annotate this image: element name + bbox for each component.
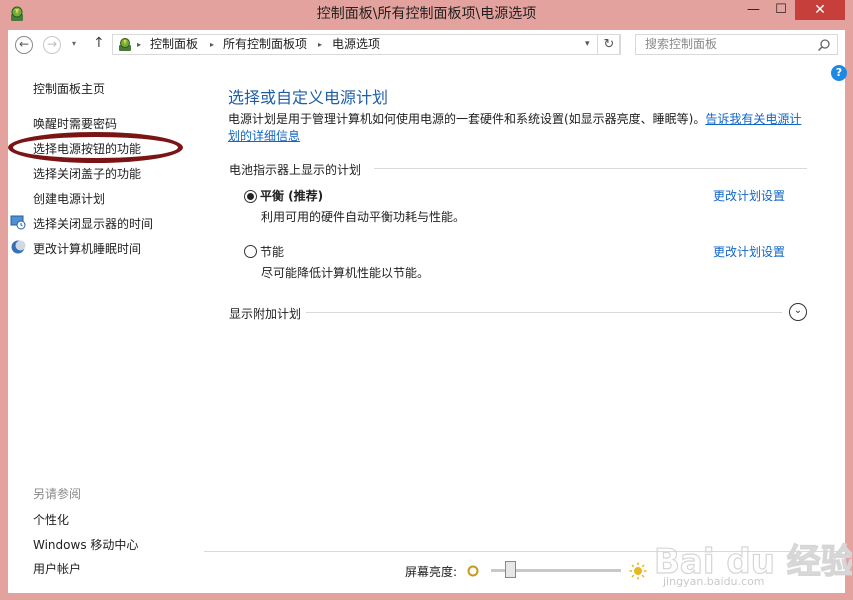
- address-dropdown-button[interactable]: ▾: [585, 35, 590, 54]
- additional-plans-label[interactable]: 显示附加计划: [229, 305, 301, 322]
- sidebar-item-require-password[interactable]: 唤醒时需要密码: [33, 115, 117, 132]
- sidebar-item-control-panel-home[interactable]: 控制面板主页: [33, 80, 105, 97]
- breadcrumb-control-panel[interactable]: 控制面板: [150, 35, 198, 54]
- see-also-mobility-center[interactable]: Windows 移动中心: [33, 536, 138, 553]
- moon-icon: [11, 240, 26, 254]
- navigation-bar: ← → ▾ ↑ ▸ 控制面板 ▸ 所有控制面板项 ▸ 电源选项 ▾ ↻ 搜索控制…: [8, 30, 845, 60]
- sidebar-item-sleep-time[interactable]: 更改计算机睡眠时间: [33, 240, 141, 257]
- maximize-button[interactable]: ☐: [767, 0, 795, 20]
- search-icon[interactable]: [817, 38, 831, 52]
- page-title: 选择或自定义电源计划: [228, 88, 389, 107]
- bright-sun-icon: [629, 562, 647, 580]
- dim-sun-icon: [467, 565, 479, 577]
- plan-balanced-radio[interactable]: [244, 190, 257, 203]
- plan-balanced-change-settings-link[interactable]: 更改计划设置: [713, 187, 785, 204]
- breadcrumb-separator[interactable]: ▸: [210, 35, 214, 54]
- close-button[interactable]: ✕: [795, 0, 845, 20]
- group-divider: [374, 168, 807, 169]
- forward-button[interactable]: →: [43, 36, 61, 54]
- breadcrumb-power-options[interactable]: 电源选项: [332, 35, 380, 54]
- help-icon[interactable]: ?: [831, 65, 847, 81]
- expand-additional-plans-button[interactable]: ⌄: [789, 303, 807, 321]
- see-also-title: 另请参阅: [33, 487, 82, 501]
- highlight-annotation-ellipse: [8, 132, 183, 163]
- breadcrumb-separator[interactable]: ▸: [318, 35, 322, 54]
- page-description: 电源计划是用于管理计算机如何使用电源的一套硬件和系统设置(如显示器亮度、睡眠等)…: [228, 111, 808, 145]
- breadcrumb-all-items[interactable]: 所有控制面板项: [223, 35, 307, 54]
- address-bar[interactable]: ▸ 控制面板 ▸ 所有控制面板项 ▸ 电源选项 ▾: [112, 34, 620, 55]
- see-also-user-accounts[interactable]: 用户帐户: [33, 560, 81, 577]
- sidebar-item-display-off-time[interactable]: 选择关闭显示器的时间: [33, 215, 153, 232]
- minimize-button[interactable]: —: [740, 0, 767, 20]
- battery-plans-group-label: 电池指示器上显示的计划: [229, 163, 362, 177]
- up-button[interactable]: ↑: [93, 35, 105, 51]
- plan-power-saver-radio[interactable]: [244, 245, 257, 258]
- power-options-icon: [119, 38, 131, 51]
- plan-power-saver-name[interactable]: 节能: [260, 243, 284, 260]
- brightness-label: 屏幕亮度:: [405, 565, 458, 579]
- window-client-area: ← → ▾ ↑ ▸ 控制面板 ▸ 所有控制面板项 ▸ 电源选项 ▾ ↻ 搜索控制…: [8, 30, 852, 593]
- refresh-button[interactable]: ↻: [597, 34, 621, 55]
- see-also-personalization[interactable]: 个性化: [33, 511, 69, 528]
- baidu-jingyan-watermark: Bai du 经验: [653, 541, 852, 582]
- recent-locations-button[interactable]: ▾: [72, 39, 76, 48]
- back-button[interactable]: ←: [15, 36, 33, 54]
- breadcrumb-separator[interactable]: ▸: [137, 35, 141, 54]
- title-bar: 控制面板\所有控制面板项\电源选项 — ☐ ✕: [0, 0, 853, 28]
- sidebar-item-lid-close[interactable]: 选择关闭盖子的功能: [33, 165, 141, 182]
- radio-selected-dot: [247, 193, 254, 200]
- plan-power-saver-change-settings-link[interactable]: 更改计划设置: [713, 243, 785, 260]
- plan-balanced-description: 利用可用的硬件自动平衡功耗与性能。: [261, 210, 466, 224]
- watermark-url: jingyan.baidu.com: [663, 575, 765, 588]
- sidebar-item-create-plan[interactable]: 创建电源计划: [33, 190, 105, 207]
- display-clock-icon: [10, 215, 26, 230]
- brightness-slider-thumb[interactable]: [505, 561, 516, 578]
- group-divider: [306, 312, 782, 313]
- search-placeholder: 搜索控制面板: [645, 37, 718, 51]
- plan-balanced-name[interactable]: 平衡 (推荐): [260, 187, 323, 204]
- description-text: 电源计划是用于管理计算机如何使用电源的一套硬件和系统设置(如显示器亮度、睡眠等)…: [228, 112, 706, 126]
- plan-power-saver-description: 尽可能降低计算机性能以节能。: [261, 266, 430, 280]
- window-title: 控制面板\所有控制面板项\电源选项: [316, 6, 537, 22]
- search-input[interactable]: 搜索控制面板: [635, 34, 838, 55]
